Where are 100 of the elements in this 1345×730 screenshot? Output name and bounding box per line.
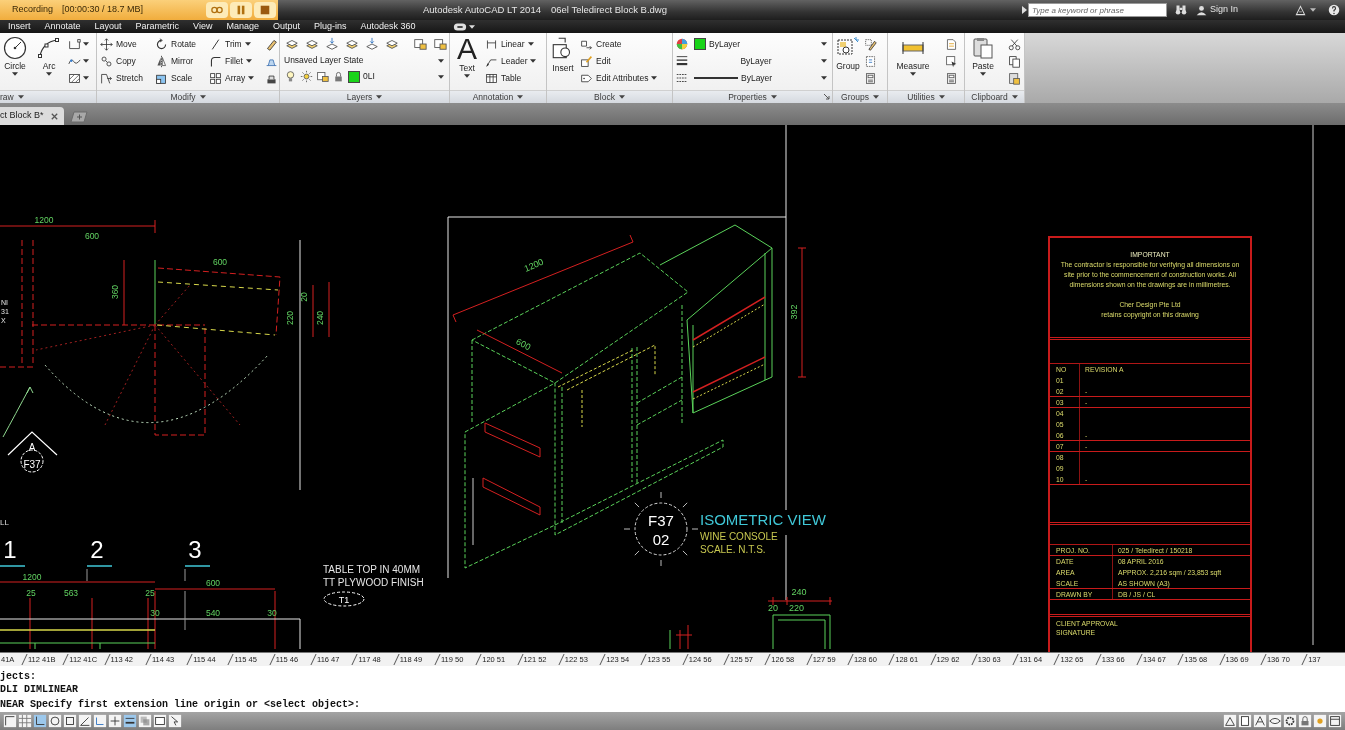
circle-button[interactable]: Circle	[2, 36, 28, 90]
color-dropdown[interactable]: ByLayer	[692, 36, 829, 52]
copy-button[interactable]: Copy	[99, 53, 152, 69]
panel-title[interactable]: Block	[547, 90, 672, 103]
layer-dropdown[interactable]: 0LI	[282, 69, 446, 84]
paste-button[interactable]: Paste	[967, 36, 999, 90]
panel-title[interactable]: Properties	[673, 90, 832, 103]
help-icon[interactable]	[1328, 4, 1340, 16]
a-shape-icon[interactable]	[1253, 714, 1267, 728]
user-icon[interactable]	[1196, 4, 1207, 16]
leader-button[interactable]: Leader	[484, 53, 538, 69]
select-tool[interactable]	[944, 53, 959, 69]
ribbon-tab[interactable]: Parametric	[128, 20, 187, 33]
panel-title[interactable]: Annotation	[450, 90, 546, 103]
panel-title[interactable]: Utilities	[888, 90, 964, 103]
sign-in-link[interactable]: Sign In	[1210, 3, 1239, 17]
command-prompt[interactable]: NEAR Specify first extension line origin or <select object>:	[0, 699, 1345, 712]
scale-button[interactable]: Scale	[154, 70, 206, 86]
ribbon-tab[interactable]: Insert	[1, 20, 38, 33]
create-button[interactable]: Create	[579, 36, 659, 52]
panel-title[interactable]: Layers	[280, 90, 449, 103]
camera-button[interactable]	[206, 2, 228, 18]
cursor-icon[interactable]	[168, 714, 182, 728]
layers-icon[interactable]	[305, 37, 319, 51]
stop-button[interactable]	[254, 2, 276, 18]
arrow-icon[interactable]	[1022, 6, 1027, 14]
dotted-circle-icon[interactable]	[1283, 714, 1297, 728]
ribbon-tab[interactable]: View	[186, 20, 220, 33]
corner-bracket-icon[interactable]	[3, 714, 17, 728]
lineweight-icon[interactable]	[675, 54, 689, 68]
rotate-button[interactable]: Rotate	[154, 36, 206, 52]
layers-icon[interactable]	[285, 37, 299, 51]
quick-select-tool[interactable]	[944, 36, 959, 52]
recorder-title: Recording	[12, 3, 54, 17]
ribbon-tab[interactable]: Plug-ins	[307, 20, 354, 33]
triangle-outline-icon[interactable]	[1223, 714, 1237, 728]
panel-window-icon[interactable]	[1328, 714, 1342, 728]
mirror-button[interactable]: Mirror	[154, 53, 206, 69]
document-tab[interactable]: ct Block B*	[0, 107, 64, 125]
layers-icon[interactable]	[345, 37, 359, 51]
edit-button[interactable]: Edit	[579, 53, 659, 69]
lineweight-icon[interactable]	[123, 714, 137, 728]
panel-title[interactable]: raw	[0, 90, 96, 103]
overlapping-squares-icon[interactable]	[433, 37, 447, 51]
ribbon-tab[interactable]: Annotate	[37, 20, 88, 33]
window-icon[interactable]	[153, 714, 167, 728]
text-button[interactable]: A Text	[452, 36, 482, 90]
edit-attributes-button[interactable]: Edit Attributes	[579, 70, 659, 86]
close-icon[interactable]	[49, 111, 59, 121]
layer-state-dropdown[interactable]: Unsaved Layer State	[282, 53, 446, 68]
cut-tool[interactable]	[1007, 36, 1022, 52]
binoculars-icon[interactable]	[1175, 4, 1187, 16]
triangle-icon[interactable]	[1295, 4, 1306, 16]
move-button[interactable]: Move	[99, 36, 152, 52]
angle-icon[interactable]	[78, 714, 92, 728]
grid-icon[interactable]	[18, 714, 32, 728]
arc-button[interactable]: Arc	[36, 36, 62, 90]
measure-button[interactable]: Measure	[890, 36, 936, 90]
ribbon-tab[interactable]: Layout	[87, 20, 129, 33]
copy-tool[interactable]	[1007, 53, 1022, 69]
panel-title[interactable]: Clipboard	[965, 90, 1024, 103]
ribbon-minimize-button[interactable]	[452, 21, 475, 32]
lens-icon[interactable]	[1268, 714, 1282, 728]
plus-icon[interactable]	[108, 714, 122, 728]
overlapping-squares-icon[interactable]	[413, 37, 427, 51]
search-field[interactable]: Type a keyword or phrase	[1028, 3, 1167, 17]
panel-title[interactable]: Modify	[97, 90, 279, 103]
right-angle-icon[interactable]	[33, 714, 47, 728]
rectangle-dropdown[interactable]	[67, 36, 90, 52]
array-button[interactable]: Array	[208, 70, 262, 86]
paste-special-tool[interactable]	[1007, 70, 1022, 86]
group-manager-tool[interactable]	[863, 70, 878, 86]
dashed-lines-icon[interactable]	[675, 71, 689, 85]
page-icon[interactable]	[1238, 714, 1252, 728]
ribbon-tab[interactable]: Output	[266, 20, 307, 33]
stretch-button[interactable]: Stretch	[99, 70, 152, 86]
square-outline-icon[interactable]	[63, 714, 77, 728]
group-button[interactable]: Group	[835, 36, 861, 90]
lock-icon[interactable]	[1298, 714, 1312, 728]
linear-button[interactable]: Linear	[484, 36, 538, 52]
layer-arrow-icon[interactable]	[325, 37, 339, 51]
corner-axes-icon[interactable]	[93, 714, 107, 728]
group-edit-tool[interactable]	[863, 36, 878, 52]
ribbon-tab[interactable]: Manage	[219, 20, 266, 33]
ribbon-tab[interactable]: Autodesk 360	[353, 20, 423, 33]
pause-button[interactable]	[230, 2, 252, 18]
diagonal-arrow-icon[interactable]	[823, 93, 830, 100]
layers-icon[interactable]	[385, 37, 399, 51]
insert-button[interactable]: Insert	[549, 36, 577, 90]
lineweight-dropdown[interactable]: ByLayer	[692, 53, 829, 69]
fillet-button[interactable]: Fillet	[208, 53, 262, 69]
trim-button[interactable]: Trim	[208, 36, 262, 52]
linetype-dropdown[interactable]: ByLayer	[692, 70, 829, 86]
circle-outline-icon[interactable]	[48, 714, 62, 728]
color-wheel-icon[interactable]	[675, 37, 689, 51]
calculator-tool[interactable]	[944, 70, 959, 86]
table-button[interactable]: Table	[484, 70, 538, 86]
layer-arrow-icon[interactable]	[365, 37, 379, 51]
group-select-tool[interactable]	[863, 53, 878, 69]
panel-title[interactable]: Groups	[833, 90, 887, 103]
